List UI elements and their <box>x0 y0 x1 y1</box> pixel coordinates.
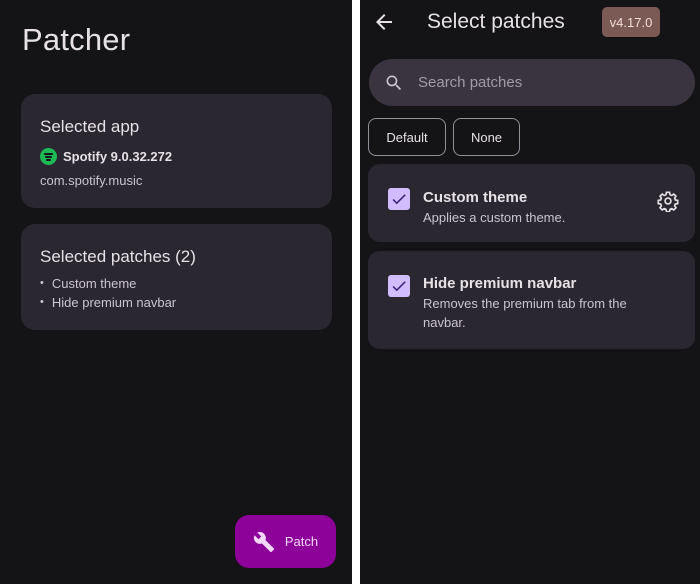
patch-description: Removes the premium tab from the navbar. <box>423 296 627 330</box>
default-chip[interactable]: Default <box>368 118 446 156</box>
app-package-name: com.spotify.music <box>40 173 143 188</box>
patch-checkbox[interactable] <box>388 188 410 210</box>
version-badge[interactable]: v4.17.0 <box>602 7 660 37</box>
selected-patches-heading: Selected patches (2) <box>40 247 196 266</box>
spotify-icon <box>40 148 57 165</box>
list-item: Custom theme <box>40 274 176 293</box>
none-chip[interactable]: None <box>453 118 520 156</box>
patch-item-hide-premium-navbar[interactable]: Hide premium navbar Removes the premium … <box>368 251 695 349</box>
patcher-screen: Patcher Selected app Spotify 9.0.32.272 … <box>0 0 352 584</box>
patch-name: Hide premium navbar <box>423 275 577 292</box>
check-icon <box>392 281 406 292</box>
patch-name: Custom theme <box>423 189 528 206</box>
page-title: Select patches <box>427 10 565 33</box>
select-patches-screen: Select patches v4.17.0 Search patches De… <box>360 0 700 584</box>
app-name: Spotify 9.0.32.272 <box>63 149 173 164</box>
gear-icon[interactable] <box>657 190 679 212</box>
patch-button[interactable]: Patch <box>235 515 336 568</box>
selected-app-heading: Selected app <box>40 117 140 136</box>
page-title: Patcher <box>22 22 131 57</box>
search-input[interactable]: Search patches <box>369 59 695 106</box>
patch-description: Applies a custom theme. <box>423 210 566 225</box>
patch-item-custom-theme[interactable]: Custom theme Applies a custom theme. <box>368 164 695 242</box>
patch-button-label: Patch <box>284 534 319 549</box>
search-placeholder: Search patches <box>418 74 523 91</box>
check-icon <box>392 194 406 205</box>
list-item: Hide premium navbar <box>40 293 176 312</box>
patch-checkbox[interactable] <box>388 275 410 297</box>
selected-app-card[interactable]: Selected app Spotify 9.0.32.272 com.spot… <box>21 94 332 208</box>
search-icon <box>386 75 402 90</box>
app-row: Spotify 9.0.32.272 <box>40 148 172 165</box>
selected-patches-card[interactable]: Selected patches (2) Custom theme Hide p… <box>21 224 332 330</box>
wrench-icon <box>253 531 274 552</box>
selected-patches-list: Custom theme Hide premium navbar <box>40 274 176 312</box>
arrow-back-icon[interactable] <box>372 10 396 34</box>
